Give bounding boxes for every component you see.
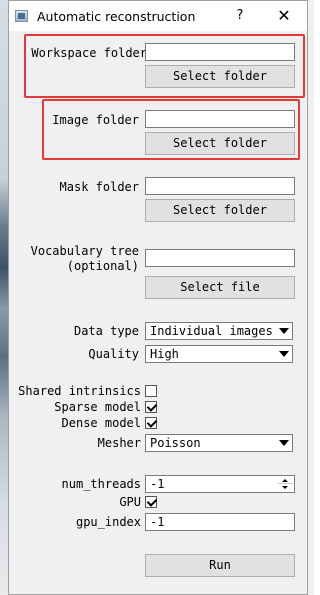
sparse-model-label: Sparse model bbox=[54, 400, 141, 414]
window-title: Automatic reconstruction bbox=[37, 9, 196, 24]
mask-select-folder-button[interactable]: Select folder bbox=[145, 199, 295, 222]
data-type-select[interactable]: Individual images bbox=[145, 322, 293, 340]
data-type-label: Data type bbox=[73, 324, 139, 338]
data-type-value: Individual images bbox=[150, 324, 273, 338]
mask-folder-label: Mask folder bbox=[59, 180, 139, 194]
mesher-select[interactable]: Poisson bbox=[145, 434, 293, 452]
shared-intrinsics-checkbox[interactable] bbox=[145, 385, 157, 397]
num-threads-value: -1 bbox=[150, 477, 165, 491]
mask-folder-input[interactable] bbox=[145, 177, 295, 195]
background-right-edge bbox=[308, 0, 314, 595]
quality-select[interactable]: High bbox=[145, 345, 293, 363]
automatic-reconstruction-dialog: Automatic reconstruction ? ✕ Workspace f… bbox=[8, 0, 308, 595]
mesher-value: Poisson bbox=[150, 436, 201, 450]
help-button[interactable]: ? bbox=[231, 6, 249, 26]
shared-intrinsics-label: Shared intrinsics bbox=[18, 384, 141, 398]
app-icon bbox=[15, 10, 28, 22]
title-bar: Automatic reconstruction ? ✕ bbox=[9, 1, 307, 31]
sparse-model-checkbox[interactable] bbox=[145, 401, 157, 413]
spin-down-icon[interactable] bbox=[278, 484, 293, 491]
chevron-down-icon bbox=[279, 440, 289, 446]
gpu-label: GPU bbox=[119, 495, 141, 509]
num-threads-label: num_threads bbox=[61, 477, 141, 491]
close-icon[interactable]: ✕ bbox=[274, 6, 294, 26]
chevron-down-icon bbox=[279, 328, 289, 334]
gpu-checkbox[interactable] bbox=[145, 496, 157, 508]
mesher-label: Mesher bbox=[97, 436, 141, 450]
vocabulary-select-file-button[interactable]: Select file bbox=[145, 276, 295, 299]
spin-up-icon[interactable] bbox=[278, 477, 293, 484]
chevron-down-icon bbox=[279, 351, 289, 357]
image-highlight-box bbox=[42, 99, 300, 160]
workspace-highlight-box bbox=[24, 34, 305, 98]
dense-model-label: Dense model bbox=[61, 416, 141, 430]
run-button[interactable]: Run bbox=[145, 554, 295, 577]
quality-label: Quality bbox=[88, 347, 139, 361]
vocabulary-tree-input[interactable] bbox=[145, 249, 295, 267]
dense-model-checkbox[interactable] bbox=[145, 417, 157, 429]
gpu-index-label: gpu_index bbox=[75, 515, 141, 529]
vocabulary-tree-label: Vocabulary tree (optional) bbox=[30, 244, 139, 273]
gpu-index-input[interactable] bbox=[145, 513, 295, 531]
quality-value: High bbox=[150, 347, 179, 361]
num-threads-spinbox[interactable]: -1 bbox=[145, 475, 295, 493]
